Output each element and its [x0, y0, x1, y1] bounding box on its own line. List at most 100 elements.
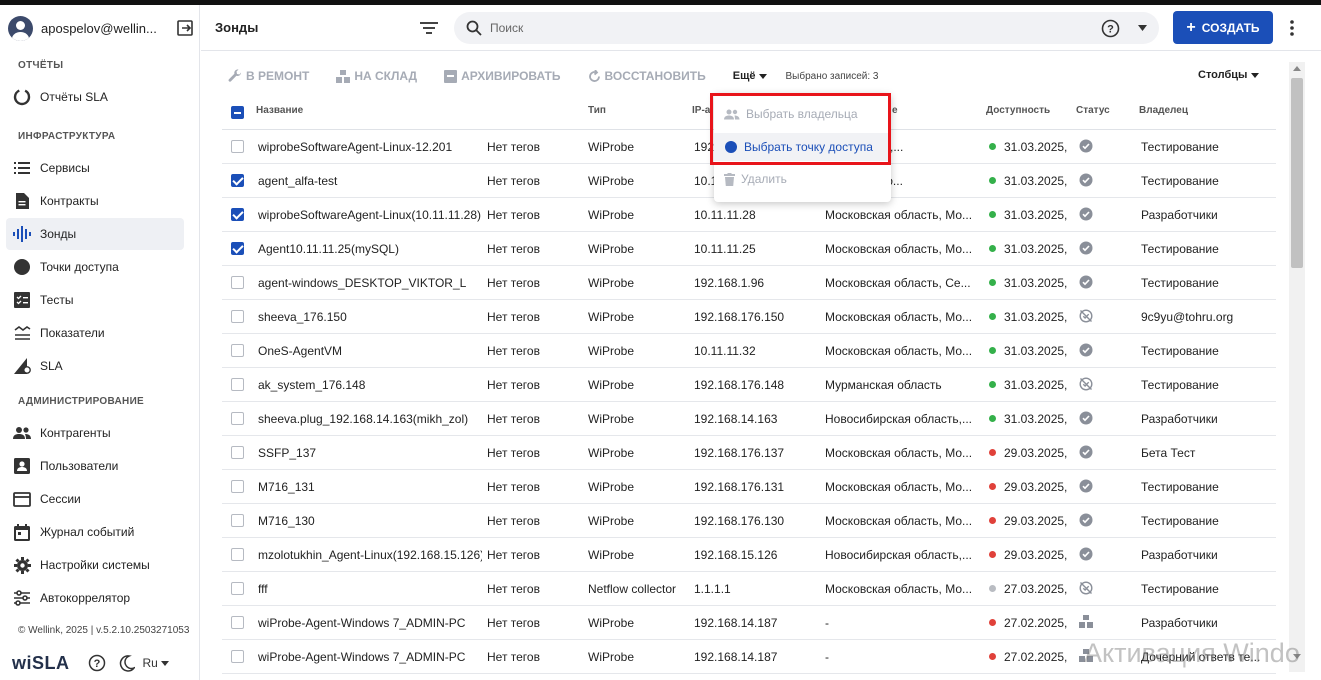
sidebar-item-sla[interactable]: SLA	[6, 350, 184, 382]
sidebar-item-sessions[interactable]: Сессии	[6, 483, 184, 515]
table-row[interactable]: SSFP_137 Нет тегов WiProbe 192.168.176.137 М…	[222, 436, 1276, 470]
sidebar-item-users[interactable]: Пользователи	[6, 450, 184, 482]
select-all-checkbox[interactable]	[231, 106, 244, 119]
sidebar-item-access-points[interactable]: Точки доступа	[6, 251, 184, 283]
cell-region: Московская область, Мо...	[825, 208, 973, 222]
table-row[interactable]: M716_130 Нет тегов WiProbe 192.168.176.130 М…	[222, 504, 1276, 538]
cell-name[interactable]: sheeva.plug_192.168.14.163(mikh_zol)	[258, 412, 482, 426]
more-vertical-icon[interactable]	[1289, 19, 1295, 37]
cell-name[interactable]: SSFP_137	[258, 446, 482, 460]
to-warehouse-button[interactable]: НА СКЛАД	[336, 69, 417, 83]
cell-name[interactable]: wiprobeSoftwareAgent-Linux-12.201	[258, 140, 482, 154]
table-row[interactable]: OneS-AgentVM Нет тегов WiProbe 10.11.11.32 М…	[222, 334, 1276, 368]
user-profile[interactable]: apospelov@wellin...	[8, 14, 194, 42]
create-button[interactable]: + СОЗДАТЬ	[1173, 11, 1273, 44]
help-circle-icon[interactable]: ?	[1101, 19, 1120, 38]
restore-button[interactable]: ВОССТАНОВИТЬ	[588, 69, 706, 83]
availability-dot	[989, 245, 996, 252]
cell-ip: 192.168.14.163	[694, 412, 778, 426]
row-checkbox[interactable]	[231, 344, 244, 357]
row-checkbox[interactable]	[231, 276, 244, 289]
column-header-status[interactable]: Статус	[1076, 105, 1110, 116]
search-input[interactable]	[490, 21, 1090, 35]
archive-button[interactable]: АРХИВИРОВАТЬ	[444, 69, 561, 83]
scrollbar-thumb[interactable]	[1291, 78, 1303, 268]
status-active-icon	[1079, 241, 1093, 255]
sidebar-item-tests[interactable]: Тесты	[6, 284, 184, 316]
status-disabled-icon	[1079, 581, 1093, 595]
sidebar-item-counterparties[interactable]: Контрагенты	[6, 417, 184, 449]
table-scrollbar[interactable]	[1289, 62, 1305, 672]
to-repair-button[interactable]: В РЕМОНТ	[228, 69, 309, 83]
columns-button[interactable]: Столбцы	[1198, 69, 1260, 81]
filter-icon[interactable]	[419, 19, 439, 37]
copyright: © Wellink, 2025 | v.5.2.10.2503271053	[18, 625, 190, 636]
cell-name[interactable]: wiProbe-Agent-Windows 7_ADMIN-PC	[258, 650, 482, 664]
row-checkbox[interactable]	[231, 514, 244, 527]
row-checkbox[interactable]	[231, 140, 244, 153]
table-row[interactable]: ak_system_176.148 Нет тегов WiProbe 192.168…	[222, 368, 1276, 402]
sidebar-item-sla-reports[interactable]: Отчёты SLA	[6, 81, 184, 113]
language-select[interactable]: Ru	[143, 656, 169, 670]
row-checkbox[interactable]	[231, 616, 244, 629]
row-checkbox[interactable]	[231, 446, 244, 459]
page-title: Зонды	[215, 20, 259, 35]
sidebar-item-probes[interactable]: Зонды	[6, 218, 184, 250]
menu-item-delete[interactable]: Удалить	[724, 169, 787, 189]
table-row[interactable]: agent-windows_DESKTOP_VIKTOR_L Нет тегов W…	[222, 266, 1276, 300]
cell-name[interactable]: agent_alfa-test	[258, 174, 482, 188]
help-icon[interactable]: ?	[88, 654, 106, 672]
moon-icon[interactable]	[118, 654, 135, 672]
sidebar-item-contracts[interactable]: Контракты	[6, 185, 184, 217]
row-checkbox[interactable]	[231, 174, 244, 187]
cell-name[interactable]: M716_131	[258, 480, 482, 494]
table-row[interactable]: mzolotukhin_Agent-Linux(192.168.15.126) Н…	[222, 538, 1276, 572]
table-row[interactable]: wiprobeSoftwareAgent-Linux(10.11.11.28) Н…	[222, 198, 1276, 232]
sidebar-item-autocorrelator[interactable]: Автокоррелятор	[6, 582, 184, 614]
more-button[interactable]: Ещё	[733, 70, 768, 82]
column-header-availability[interactable]: Доступность	[986, 105, 1050, 116]
table-row[interactable]: sheeva_176.150 Нет тегов WiProbe 192.168.17…	[222, 300, 1276, 334]
sidebar-item-metrics[interactable]: Показатели	[6, 317, 184, 349]
cell-name[interactable]: ak_system_176.148	[258, 378, 482, 392]
row-checkbox[interactable]	[231, 412, 244, 425]
column-header-ip[interactable]: IP-а	[692, 105, 710, 116]
table-row[interactable]: Agent10.11.11.25(mySQL) Нет тегов WiProbe 1…	[222, 232, 1276, 266]
cell-name[interactable]: fff	[258, 582, 482, 596]
sidebar-item-system-settings[interactable]: Настройки системы	[6, 549, 184, 581]
search-options-chevron-icon[interactable]	[1138, 25, 1147, 31]
row-checkbox[interactable]	[231, 650, 244, 663]
cell-type: WiProbe	[588, 514, 635, 528]
row-checkbox[interactable]	[231, 242, 244, 255]
cell-tags: Нет тегов	[487, 616, 540, 630]
table-row[interactable]: wiProbe-Agent-Windows 7_ADMIN-PC Нет тего…	[222, 606, 1276, 640]
column-header-owner[interactable]: Владелец	[1139, 105, 1188, 116]
cell-tags: Нет тегов	[487, 276, 540, 290]
cell-name[interactable]: sheeva_176.150	[258, 310, 482, 324]
row-checkbox[interactable]	[231, 582, 244, 595]
language-value: Ru	[142, 656, 158, 670]
column-header-region[interactable]: е	[892, 105, 898, 116]
scroll-up-icon[interactable]	[1293, 66, 1301, 71]
column-header-name[interactable]: Название	[256, 105, 303, 116]
table-row[interactable]: sheeva.plug_192.168.14.163(mikh_zol) Нет …	[222, 402, 1276, 436]
row-checkbox[interactable]	[231, 548, 244, 561]
cell-name[interactable]: Agent10.11.11.25(mySQL)	[258, 242, 482, 256]
sidebar-item-event-log[interactable]: Журнал событий	[6, 516, 184, 548]
cell-name[interactable]: M716_130	[258, 514, 482, 528]
table-row[interactable]: fff Нет тегов Netflow collector 1.1.1.1 Моск…	[222, 572, 1276, 606]
cell-availability: 31.03.2025,	[1004, 242, 1068, 256]
table-row[interactable]: M716_131 Нет тегов WiProbe 192.168.176.131 М…	[222, 470, 1276, 504]
cell-name[interactable]: wiprobeSoftwareAgent-Linux(10.11.11.28)	[258, 208, 482, 222]
cell-name[interactable]: OneS-AgentVM	[258, 344, 482, 358]
row-checkbox[interactable]	[231, 378, 244, 391]
logout-icon[interactable]	[176, 19, 194, 37]
cell-name[interactable]: wiProbe-Agent-Windows 7_ADMIN-PC	[258, 616, 482, 630]
row-checkbox[interactable]	[231, 480, 244, 493]
column-header-type[interactable]: Тип	[588, 105, 606, 116]
row-checkbox[interactable]	[231, 208, 244, 221]
cell-name[interactable]: mzolotukhin_Agent-Linux(192.168.15.126)	[258, 548, 482, 562]
sidebar-item-services[interactable]: Сервисы	[6, 152, 184, 184]
cell-name[interactable]: agent-windows_DESKTOP_VIKTOR_L	[258, 276, 482, 290]
row-checkbox[interactable]	[231, 310, 244, 323]
